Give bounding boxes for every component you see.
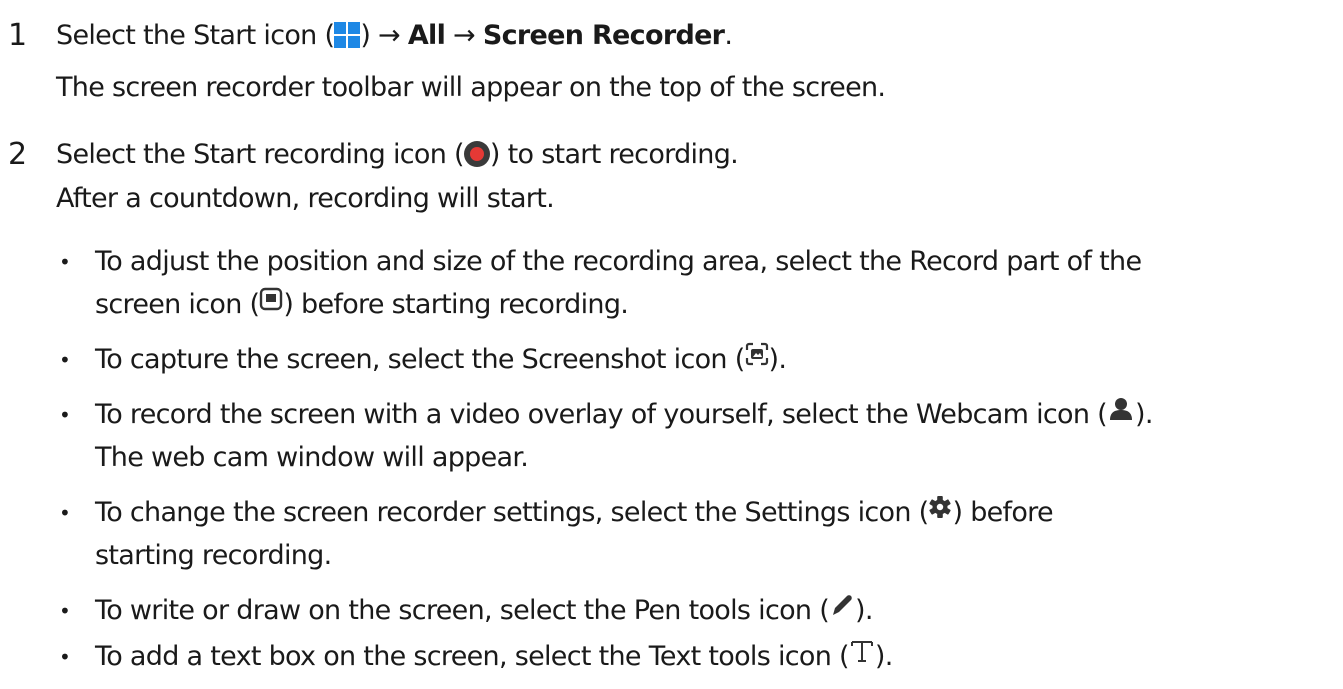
record-part-icon — [259, 282, 283, 326]
bullet-dot: • — [59, 348, 71, 372]
step-number: 1 — [8, 18, 27, 53]
bullet-dot: • — [59, 250, 71, 274]
step-number: 2 — [8, 137, 27, 172]
step-text: Select the Start icon () → All → Screen … — [56, 20, 733, 51]
bullet-dot: • — [59, 599, 71, 623]
step-subtext: The screen recorder toolbar will appear … — [56, 72, 886, 103]
text-tool-icon — [849, 634, 875, 678]
pen-icon — [829, 588, 855, 632]
windows-start-icon — [334, 21, 361, 48]
webcam-icon — [1107, 392, 1135, 436]
bullet-dot: • — [59, 403, 71, 427]
screen-recorder-label: Screen Recorder — [482, 20, 725, 51]
start-recording-icon — [463, 140, 490, 167]
bullet-dot: • — [59, 501, 71, 525]
step-text: Select the Start recording icon () to st… — [56, 139, 739, 170]
step-subtext: After a countdown, recording will start. — [56, 183, 555, 214]
all-label: All — [407, 20, 446, 51]
bullet-dot: • — [59, 645, 71, 669]
screenshot-icon — [745, 337, 769, 381]
gear-icon — [928, 490, 952, 534]
